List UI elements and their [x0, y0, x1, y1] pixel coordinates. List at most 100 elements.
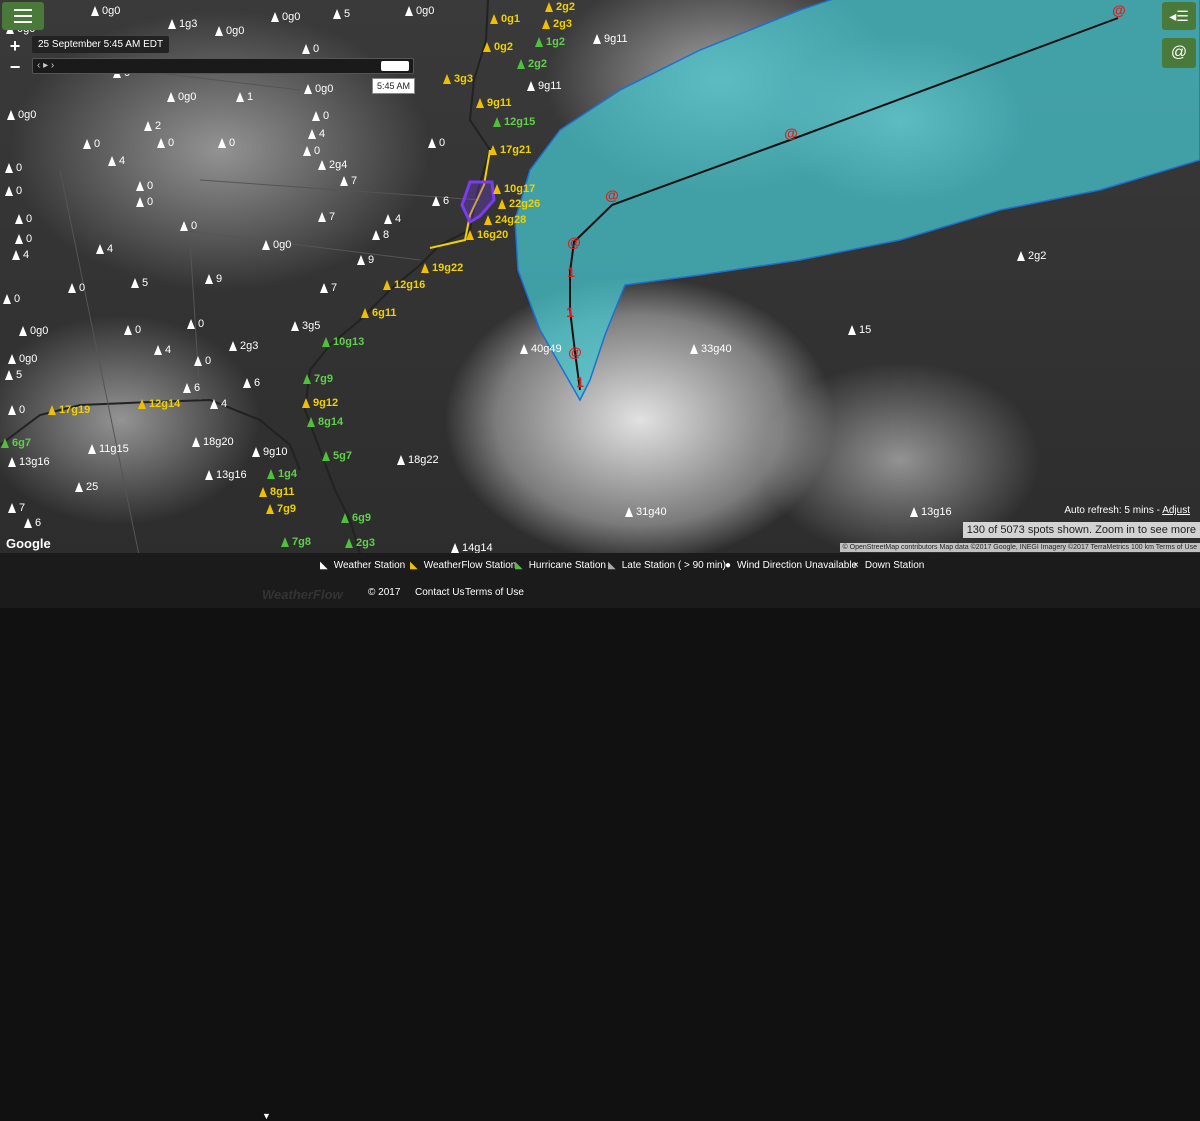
storm-button[interactable]: @: [1162, 38, 1196, 68]
wind-station[interactable]: 0g1: [490, 13, 520, 25]
wind-station[interactable]: 0g0: [405, 5, 434, 17]
wind-station[interactable]: 17g19: [48, 404, 90, 416]
wind-station[interactable]: 0: [15, 213, 32, 225]
wind-station[interactable]: 7: [320, 282, 337, 294]
chevron-down-icon[interactable]: ▼: [262, 1111, 271, 1121]
wind-station[interactable]: 40g49: [520, 343, 562, 355]
adjust-link[interactable]: Adjust: [1162, 505, 1190, 516]
wind-station[interactable]: 6g11: [361, 307, 396, 319]
wind-station[interactable]: 6: [432, 195, 449, 207]
hurricane-marker-icon[interactable]: 1: [562, 304, 578, 320]
wind-station[interactable]: 9g11: [527, 80, 562, 92]
wind-station[interactable]: 0g0: [7, 109, 36, 121]
wind-station[interactable]: 5g7: [322, 450, 352, 462]
zoom-out-button[interactable]: −: [4, 58, 26, 76]
wind-station[interactable]: 18g22: [397, 454, 439, 466]
hurricane-marker-icon[interactable]: @: [1111, 2, 1127, 18]
wind-station[interactable]: 10g17: [493, 183, 535, 195]
hurricane-marker-icon[interactable]: @: [604, 187, 620, 203]
wind-station[interactable]: 2g4: [318, 159, 347, 171]
wind-station[interactable]: 4: [384, 213, 401, 225]
wind-station[interactable]: 0: [428, 137, 445, 149]
wind-station[interactable]: 7: [340, 175, 357, 187]
wind-station[interactable]: 0: [136, 196, 153, 208]
wind-station[interactable]: 0: [180, 220, 197, 232]
wind-station[interactable]: 17g21: [489, 144, 531, 156]
wind-station[interactable]: 7: [318, 211, 335, 223]
wind-station[interactable]: 0: [124, 324, 141, 336]
wind-station[interactable]: 1g3: [168, 18, 197, 30]
wind-station[interactable]: 8g11: [259, 486, 294, 498]
wind-station[interactable]: 0g0: [19, 325, 48, 337]
wind-station[interactable]: 0: [5, 162, 22, 174]
layers-button[interactable]: ◂☰: [1162, 2, 1196, 30]
wind-station[interactable]: 8: [372, 229, 389, 241]
wind-station[interactable]: 0: [194, 355, 211, 367]
wind-station[interactable]: 0: [3, 293, 20, 305]
wind-station[interactable]: 0: [312, 110, 329, 122]
wind-station[interactable]: 10g13: [322, 336, 364, 348]
timeline-nav[interactable]: ‹ ▸ ›: [37, 59, 54, 73]
wind-station[interactable]: 4: [96, 243, 113, 255]
hurricane-marker-icon[interactable]: @: [783, 125, 799, 141]
timeline-slider[interactable]: ‹ ▸ ›: [32, 58, 414, 74]
wind-station[interactable]: 5: [5, 369, 22, 381]
wind-station[interactable]: 0g0: [167, 91, 196, 103]
wind-station[interactable]: 33g40: [690, 343, 732, 355]
wind-station[interactable]: 19g22: [421, 262, 463, 274]
wind-station[interactable]: 0: [15, 233, 32, 245]
wind-station[interactable]: 22g26: [498, 198, 540, 210]
wind-station[interactable]: 0g0: [262, 239, 291, 251]
wind-station[interactable]: 0g0: [304, 83, 333, 95]
wind-station[interactable]: 6: [24, 517, 41, 529]
wind-station[interactable]: 6: [183, 382, 200, 394]
wind-station[interactable]: 24g28: [484, 214, 526, 226]
wind-station[interactable]: 9: [357, 254, 374, 266]
wind-station[interactable]: 3g3: [443, 73, 473, 85]
hurricane-marker-icon[interactable]: @: [567, 344, 583, 360]
wind-station[interactable]: 4: [308, 128, 325, 140]
wind-station[interactable]: 13g16: [910, 506, 952, 518]
wind-station[interactable]: 4: [154, 344, 171, 356]
wind-station[interactable]: 6g7: [1, 437, 31, 449]
wind-station[interactable]: 0: [68, 282, 85, 294]
wind-station[interactable]: 0: [136, 180, 153, 192]
wind-station[interactable]: 2g3: [229, 340, 258, 352]
wind-station[interactable]: 9g10: [252, 446, 287, 458]
wind-station[interactable]: 6g9: [341, 512, 371, 524]
wind-station[interactable]: 15: [848, 324, 871, 336]
wind-station[interactable]: 0: [157, 137, 174, 149]
wind-station[interactable]: 3g5: [291, 320, 320, 332]
wind-station[interactable]: 0: [5, 185, 22, 197]
wind-station[interactable]: 4: [108, 155, 125, 167]
hurricane-marker-icon[interactable]: 1: [563, 264, 579, 280]
wind-station[interactable]: 4: [12, 249, 29, 261]
wind-station[interactable]: 12g14: [138, 398, 180, 410]
wind-station[interactable]: 9g12: [302, 397, 338, 409]
wind-station[interactable]: 0g2: [483, 41, 513, 53]
wind-station[interactable]: 5: [333, 8, 350, 20]
terms-link[interactable]: Terms of Use: [465, 587, 524, 598]
wind-station[interactable]: 7: [8, 502, 25, 514]
wind-station[interactable]: 0g0: [215, 25, 244, 37]
wind-station[interactable]: 2g2: [545, 1, 575, 13]
satellite-map[interactable]: 1 @ 1 1 @ @ @ @ 0g0 1g3 0g0 5 0g0 0g1 2g2 2g3 1g…: [0, 0, 1200, 553]
wind-station[interactable]: 2g3: [345, 537, 375, 549]
wind-station[interactable]: 12g16: [383, 279, 425, 291]
wind-station[interactable]: 0: [83, 138, 100, 150]
wind-station[interactable]: 25: [75, 481, 98, 493]
wind-station[interactable]: 7g9: [266, 503, 296, 515]
wind-station[interactable]: 2: [144, 120, 161, 132]
contact-link[interactable]: Contact Us: [415, 587, 464, 598]
hurricane-marker-icon[interactable]: @: [566, 234, 582, 250]
wind-station[interactable]: 2g2: [517, 58, 547, 70]
wind-station[interactable]: 0g0: [8, 353, 37, 365]
timeline-handle[interactable]: [381, 61, 409, 71]
wind-station[interactable]: 4: [210, 398, 227, 410]
zoom-in-button[interactable]: +: [4, 37, 26, 55]
wind-station[interactable]: 9g11: [593, 33, 628, 45]
hurricane-marker-icon[interactable]: 1: [572, 374, 588, 390]
wind-station[interactable]: 2g3: [542, 18, 572, 30]
wind-station[interactable]: 0: [218, 137, 235, 149]
wind-station[interactable]: 7g9: [303, 373, 333, 385]
